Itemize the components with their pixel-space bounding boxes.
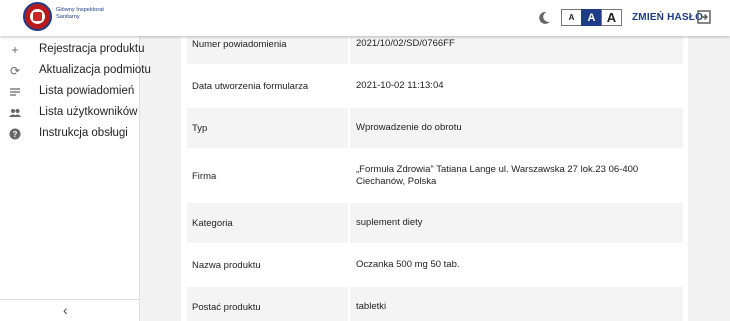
sidebar-item-user-guide[interactable]: ? Instrukcja obsługi (0, 125, 140, 145)
sidebar: + Rejestracja produktu ⟳ Aktualizacja po… (0, 36, 151, 321)
sidebar-item-update-entity[interactable]: ⟳ Aktualizacja podmiotu (0, 62, 151, 82)
detail-label: Nazwa produktu (192, 259, 261, 271)
detail-row: Postać produktu tabletki (187, 287, 683, 321)
font-medium-button[interactable]: A (581, 9, 602, 26)
detail-value: Wprowadzenie do obrotu (350, 108, 683, 148)
detail-row: Data utworzenia formularza 2021-10-02 11… (187, 66, 683, 106)
top-bar: Główny Inspektorat Sanitarny A A A ZMIEŃ… (0, 0, 730, 36)
sidebar-item-notifications-list[interactable]: Lista powiadomień (0, 83, 140, 103)
brand-name: Główny Inspektorat Sanitarny (56, 7, 116, 21)
detail-value: Oczanka 500 mg 50 tab. (356, 259, 460, 270)
change-password-link[interactable]: ZMIEŃ HASŁO (632, 12, 703, 23)
sidebar-item-label: Lista użytkowników (39, 106, 138, 118)
sidebar-item-users-list[interactable]: Lista użytkowników (0, 104, 140, 124)
detail-label: Data utworzenia formularza (192, 80, 309, 92)
detail-value: „Formuła Zdrowia" Tatiana Lange ul. Wars… (356, 164, 639, 187)
detail-label: Firma (192, 170, 217, 182)
moon-icon[interactable] (536, 10, 552, 26)
refresh-icon: ⟳ (9, 64, 21, 78)
logo-emblem (30, 9, 45, 24)
plus-icon: + (11, 43, 19, 57)
detail-value: 2021-10-02 11:13:04 (356, 80, 444, 91)
sidebar-item-register-product[interactable]: + Rejestracja produktu (0, 41, 144, 61)
logout-icon[interactable] (697, 10, 711, 24)
gis-logo[interactable] (23, 2, 52, 31)
font-small-button[interactable]: A (561, 9, 582, 26)
font-large-button[interactable]: A (601, 9, 622, 26)
sidebar-footer: ‹ (0, 299, 140, 321)
brand-line-1: Główny Inspektorat (56, 7, 104, 13)
list-icon (10, 88, 20, 96)
font-size-switcher: A A A (561, 9, 622, 26)
sidebar-item-label: Instrukcja obsługi (39, 127, 128, 139)
brand-line-2: Sanitarny (56, 14, 80, 20)
detail-row: Firma „Formuła Zdrowia" Tatiana Lange ul… (187, 150, 683, 202)
detail-label: Postać produktu (187, 287, 348, 321)
detail-value: tabletki (350, 287, 683, 321)
detail-row: Nazwa produktu Oczanka 500 mg 50 tab. (187, 245, 683, 285)
eagle-icon (33, 12, 42, 21)
detail-value: suplement diety (350, 203, 683, 243)
users-icon (9, 109, 21, 117)
detail-label: Typ (187, 108, 348, 148)
detail-label: Kategoria (187, 203, 348, 243)
sidebar-item-label: Rejestracja produktu (39, 43, 145, 55)
sidebar-item-label: Lista powiadomień (39, 85, 135, 97)
help-icon: ? (9, 128, 21, 140)
detail-row: Typ Wprowadzenie do obrotu (187, 108, 683, 148)
chevron-left-icon[interactable]: ‹ (63, 302, 68, 318)
detail-row: Kategoria suplement diety (187, 203, 683, 243)
svg-text:?: ? (13, 130, 18, 139)
sidebar-item-label: Aktualizacja podmiotu (39, 64, 151, 76)
notification-details-panel: Numer powiadomienia 2021/10/02/SD/0766FF… (181, 0, 688, 321)
